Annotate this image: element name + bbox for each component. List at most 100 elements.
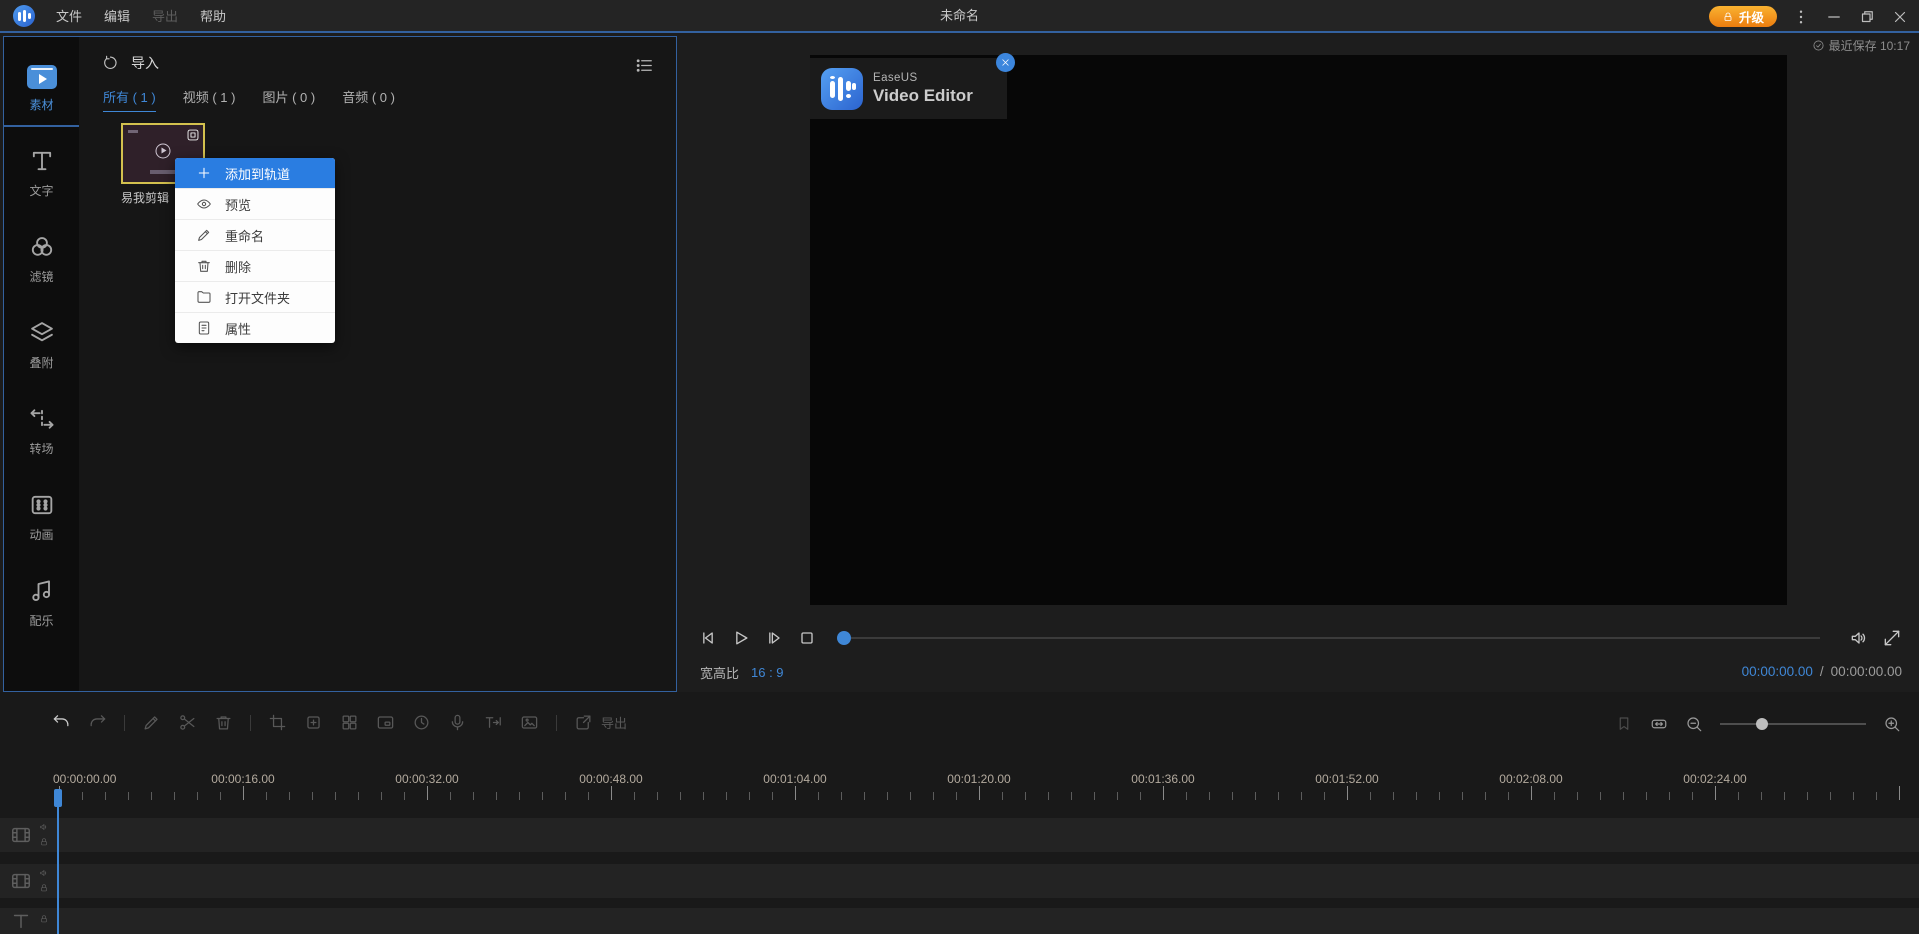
sidebar-item-label: 素材	[29, 98, 54, 112]
thumb-caption	[150, 170, 176, 174]
sidebar-item-animation[interactable]: 动画	[4, 485, 79, 555]
upgrade-label: 升级	[1738, 11, 1764, 25]
timeline-zoom-controls	[1615, 715, 1901, 733]
zoom-slider-handle[interactable]	[1756, 718, 1768, 730]
tab-4[interactable]: 音频 ( 0 )	[342, 87, 395, 112]
sidebar-item-overlay[interactable]: 叠附	[4, 313, 79, 383]
clock-button[interactable]	[412, 713, 431, 732]
close-button[interactable]	[1891, 8, 1909, 26]
timeline-toolbar: 导出	[52, 713, 627, 732]
grid-button[interactable]	[340, 713, 359, 732]
trash-button[interactable]	[214, 713, 233, 732]
list-view-icon[interactable]	[635, 56, 654, 75]
redo-button[interactable]	[88, 713, 107, 732]
undo-button[interactable]	[52, 713, 71, 732]
zoom-in-button[interactable]	[1883, 715, 1901, 733]
mosaic-button[interactable]	[520, 713, 539, 732]
folder-icon	[196, 289, 212, 305]
upgrade-button[interactable]: 升级	[1708, 6, 1777, 27]
lock-icon[interactable]	[39, 883, 49, 893]
ruler-major-tick	[1899, 786, 1900, 800]
ruler-timestamp: 00:02:08.00	[1499, 772, 1563, 786]
maximize-button[interactable]	[1858, 8, 1876, 26]
seek-bar[interactable]	[851, 637, 1820, 639]
sidebar-item-material[interactable]: 素材	[4, 59, 79, 127]
thumb-play-icon	[155, 143, 171, 159]
media-library: 导入 所有 ( 1 ) 视频 ( 1 ) 图片 ( 0 ) 音频 ( 0 ) 易我剪辑	[79, 37, 676, 691]
menu-1[interactable]: 文件	[45, 6, 93, 25]
ruler-major-tick	[243, 786, 244, 800]
ruler-timestamp: 00:01:52.00	[1315, 772, 1379, 786]
mic-button[interactable]	[448, 713, 467, 732]
clip-context-menu: 添加到轨道 预览 重命名 删除打开文件夹属性	[175, 158, 335, 343]
pencil-button[interactable]	[142, 713, 161, 732]
step-forward-button[interactable]	[764, 628, 784, 648]
sidebar-item-text-tool[interactable]: 文字	[4, 141, 79, 211]
ruler-timestamp: 00:00:32.00	[395, 772, 459, 786]
ruler-timestamp: 00:02:24.00	[1683, 772, 1747, 786]
crop-button[interactable]	[268, 713, 287, 732]
context-menu-label: 打开文件夹	[225, 290, 291, 306]
context-menu-item-1[interactable]: 添加到轨道	[175, 158, 335, 188]
sidebar-item-transition[interactable]: 转场	[4, 399, 79, 469]
context-menu-item-4[interactable]: 删除	[175, 250, 335, 281]
toolbar-separator	[250, 714, 251, 731]
fit-button[interactable]	[1650, 715, 1668, 733]
marker-button[interactable]	[1615, 715, 1633, 733]
play-button[interactable]	[731, 628, 751, 648]
zoom-slider-track	[1720, 723, 1866, 725]
zoom-out-button[interactable]	[1685, 715, 1703, 733]
ruler-major-tick	[979, 786, 980, 800]
tab-2[interactable]: 视频 ( 1 )	[183, 87, 236, 112]
media-tabs: 所有 ( 1 ) 视频 ( 1 ) 图片 ( 0 ) 音频 ( 0 )	[103, 87, 395, 112]
volume-button[interactable]	[1849, 628, 1869, 648]
export-button[interactable]	[574, 713, 593, 732]
transport-controls	[698, 628, 817, 648]
scissors-button[interactable]	[178, 713, 197, 732]
overlay-icon	[28, 319, 56, 347]
tts-button[interactable]	[484, 713, 503, 732]
export-label[interactable]: 导出	[601, 713, 627, 732]
context-menu-item-6[interactable]: 属性	[175, 312, 335, 343]
sidebar-item-label: 配乐	[29, 614, 54, 628]
timeline-zoom-slider[interactable]	[1720, 717, 1866, 731]
pip-button[interactable]	[376, 713, 395, 732]
tab-1[interactable]: 所有 ( 1 )	[103, 87, 156, 112]
context-menu-item-5[interactable]: 打开文件夹	[175, 281, 335, 312]
context-menu-item-2[interactable]: 预览	[175, 188, 335, 219]
context-menu-item-3[interactable]: 重命名	[175, 219, 335, 250]
video-track[interactable]	[0, 818, 1919, 852]
music-icon	[28, 577, 56, 605]
text-track[interactable]	[0, 908, 1919, 934]
speaker-sm-icon[interactable]	[39, 822, 49, 832]
sidebar-item-music[interactable]: 配乐	[4, 571, 79, 641]
menu-2[interactable]: 编辑	[93, 6, 141, 25]
stop-button[interactable]	[797, 628, 817, 648]
frame-plus-button[interactable]	[304, 713, 323, 732]
timeline-ruler[interactable]: 00:00:00.00 00:00:16.00 00:00:32.00 00:00:4…	[0, 770, 1919, 808]
sidebar-item-label: 转场	[29, 442, 54, 456]
tab-3[interactable]: 图片 ( 0 )	[262, 87, 315, 112]
aspect-ratio-value[interactable]: 16 : 9	[751, 665, 784, 680]
speaker-sm-icon[interactable]	[39, 868, 49, 878]
pencil-icon	[196, 227, 212, 243]
total-time: 00:00:00.00	[1830, 664, 1902, 679]
playhead-handle[interactable]	[54, 789, 62, 807]
lock-icon[interactable]	[39, 837, 49, 847]
seek-handle[interactable]	[837, 631, 851, 645]
import-button[interactable]: 导入	[102, 53, 159, 73]
brand-line1: EaseUS	[873, 71, 918, 84]
video-track[interactable]	[0, 864, 1919, 898]
lock-icon[interactable]	[39, 914, 49, 924]
properties-icon	[196, 320, 212, 336]
minimize-button[interactable]	[1825, 8, 1843, 26]
step-back-button[interactable]	[698, 628, 718, 648]
track-gutter	[0, 908, 55, 934]
fullscreen-button[interactable]	[1882, 628, 1902, 648]
more-menu-button[interactable]	[1792, 8, 1810, 26]
menu-4[interactable]: 帮助	[189, 6, 237, 25]
banner-close-button[interactable]	[996, 53, 1015, 72]
clip-checkbox-icon[interactable]	[186, 128, 200, 142]
sidebar-item-filter[interactable]: 滤镜	[4, 227, 79, 297]
ruler-timestamp: 00:01:04.00	[763, 772, 827, 786]
